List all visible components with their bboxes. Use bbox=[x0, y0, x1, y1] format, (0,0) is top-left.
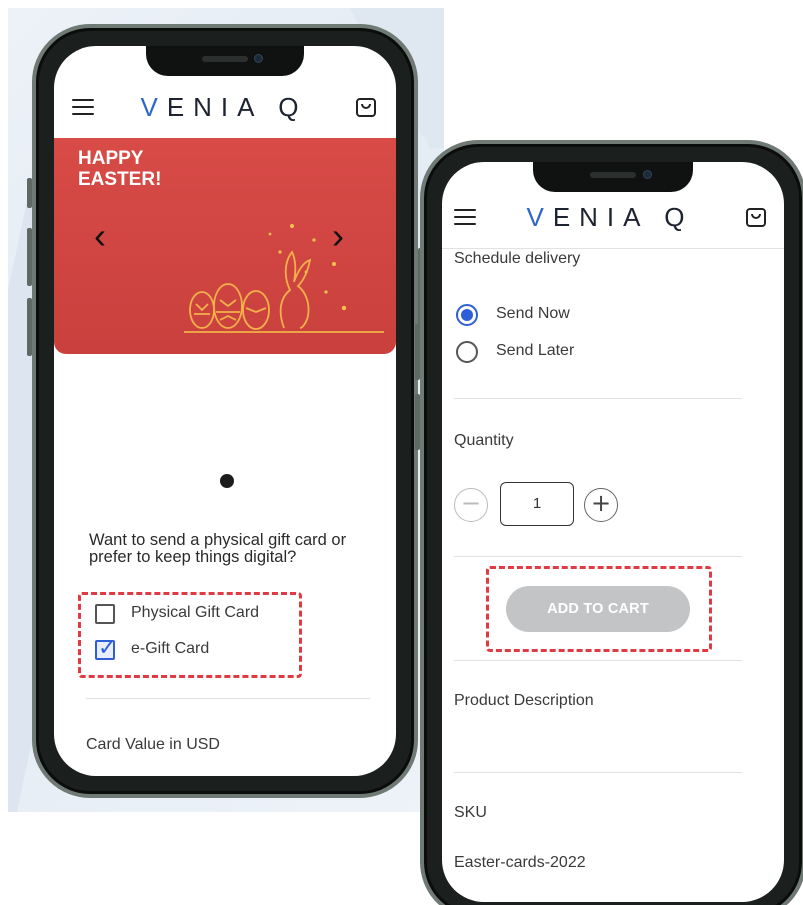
notch bbox=[146, 46, 304, 76]
carousel-next-button[interactable]: › bbox=[332, 218, 344, 254]
hamburger-icon[interactable] bbox=[72, 99, 94, 115]
volume-button bbox=[415, 324, 420, 380]
header-divider bbox=[442, 248, 784, 249]
volume-button bbox=[27, 298, 32, 356]
easter-illustration bbox=[184, 224, 384, 333]
carousel-prev-button[interactable]: ‹ bbox=[94, 218, 106, 254]
left-screen: VENIA Q HAPPY EASTER! ‹ › Want to send a… bbox=[54, 46, 396, 776]
speaker bbox=[202, 56, 248, 62]
shopping-bag-icon[interactable] bbox=[744, 205, 768, 229]
divider bbox=[454, 556, 742, 557]
sku-value: Easter-cards-2022 bbox=[454, 854, 586, 871]
banner-title: HAPPY EASTER! bbox=[78, 148, 162, 190]
notch bbox=[533, 162, 693, 192]
quantity-label: Quantity bbox=[454, 432, 514, 449]
promo-banner: HAPPY EASTER! ‹ › bbox=[54, 138, 396, 354]
sku-label: SKU bbox=[454, 804, 487, 821]
right-screen: VENIA Q Schedule delivery Send Now Send … bbox=[442, 162, 784, 902]
camera bbox=[254, 54, 263, 63]
quantity-input[interactable]: 1 bbox=[500, 482, 574, 526]
site-header: VENIA Q bbox=[442, 202, 784, 232]
send-now-label[interactable]: Send Now bbox=[496, 305, 570, 323]
send-now-radio[interactable] bbox=[456, 304, 478, 326]
divider bbox=[454, 772, 742, 773]
shopping-bag-icon[interactable] bbox=[354, 95, 378, 119]
send-later-radio[interactable] bbox=[456, 341, 478, 363]
right-phone-frame: VENIA Q Schedule delivery Send Now Send … bbox=[415, 140, 803, 905]
brand-logo[interactable]: VENIA Q bbox=[140, 92, 307, 123]
camera bbox=[643, 170, 652, 179]
highlight-box-add-to-cart bbox=[486, 566, 712, 652]
send-later-label[interactable]: Send Later bbox=[496, 342, 574, 360]
quantity-decrease-button[interactable]: − bbox=[454, 488, 488, 522]
side-button bbox=[27, 178, 32, 208]
speaker bbox=[590, 172, 636, 178]
card-value-label: Card Value in USD bbox=[86, 736, 220, 753]
left-phone-frame: VENIA Q HAPPY EASTER! ‹ › Want to send a… bbox=[27, 24, 423, 798]
site-header: VENIA Q bbox=[54, 92, 396, 122]
quantity-increase-button[interactable]: + bbox=[584, 488, 618, 522]
carousel-dot-active[interactable] bbox=[220, 474, 234, 488]
delivery-question: Want to send a physical gift card or pre… bbox=[89, 531, 347, 566]
volume-button bbox=[27, 228, 32, 286]
highlight-box-gift-type bbox=[78, 592, 302, 678]
brand-logo[interactable]: VENIA Q bbox=[526, 202, 693, 233]
divider bbox=[454, 660, 742, 661]
hamburger-icon[interactable] bbox=[454, 209, 476, 225]
divider bbox=[86, 698, 370, 699]
product-description-heading: Product Description bbox=[454, 692, 594, 709]
schedule-delivery-heading: Schedule delivery bbox=[454, 250, 581, 267]
divider bbox=[454, 398, 742, 399]
volume-button bbox=[415, 394, 420, 450]
